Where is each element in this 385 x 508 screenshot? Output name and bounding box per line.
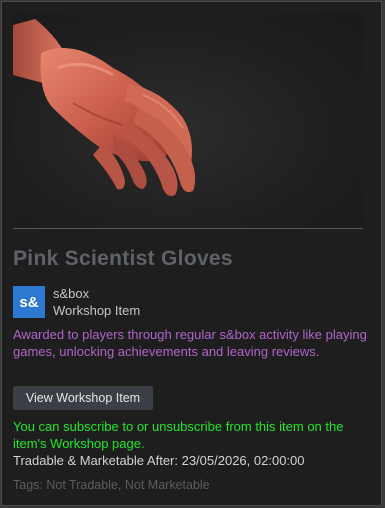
pink-glove-icon — [13, 19, 196, 197]
item-info-panel: Pink Scientist Gloves s& s&box Workshop … — [1, 1, 382, 506]
sbox-logo-icon: s& — [13, 286, 45, 318]
view-workshop-item-button[interactable]: View Workshop Item — [13, 386, 153, 410]
item-tags: Tags: Not Tradable, Not Marketable — [13, 478, 210, 492]
item-description: Awarded to players through regular s&box… — [13, 327, 367, 359]
subscribe-note: You can subscribe to or unsubscribe from… — [13, 419, 344, 451]
item-image — [13, 13, 363, 228]
item-type: Workshop Item — [53, 303, 141, 318]
game-name: s&box — [53, 286, 90, 301]
tradable-date: Tradable & Marketable After: 23/05/2026,… — [13, 453, 305, 468]
item-title: Pink Scientist Gloves — [13, 247, 233, 270]
divider — [13, 228, 363, 229]
